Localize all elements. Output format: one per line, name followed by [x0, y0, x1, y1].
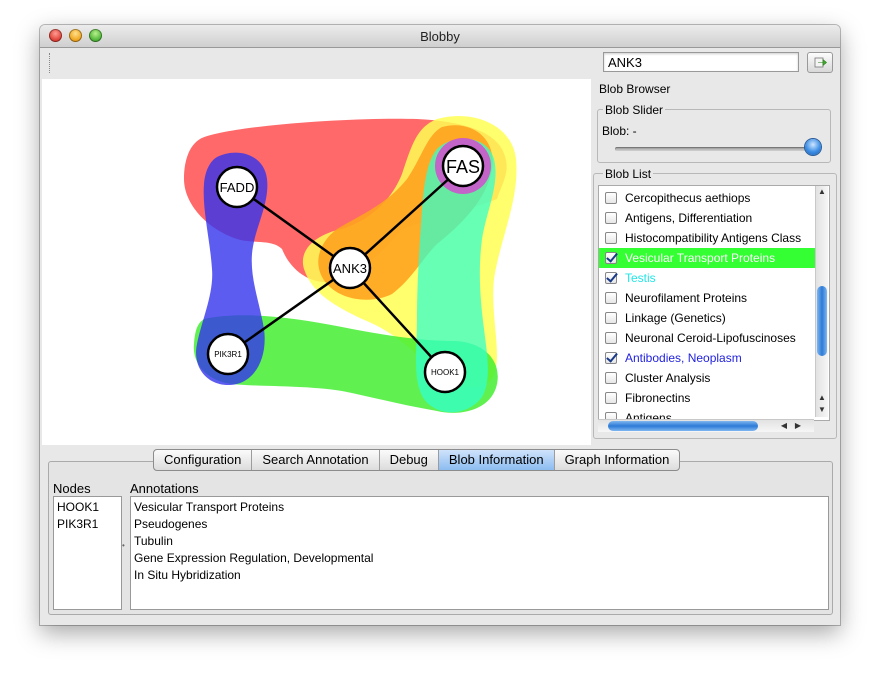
- blob-list-item[interactable]: Cluster Analysis: [599, 368, 815, 388]
- blob-list-item-label: Cercopithecus aethiops: [625, 191, 751, 205]
- blob-list-item[interactable]: Linkage (Genetics): [599, 308, 815, 328]
- horizontal-scroll-thumb[interactable]: [608, 421, 758, 431]
- node-label-pik3r1: PIK3R1: [214, 350, 242, 359]
- blob-list-item-label: Antigens, Differentiation: [625, 211, 753, 225]
- node-row[interactable]: PIK3R1: [57, 517, 98, 531]
- blob-list-item-label: Neuronal Ceroid-Lipofuscinoses: [625, 331, 796, 345]
- blob-checkbox[interactable]: [605, 352, 617, 364]
- tab-blob-information[interactable]: Blob Information: [438, 450, 555, 470]
- search-input[interactable]: [603, 52, 799, 72]
- blob-list-item-label: Antibodies, Neoplasm: [625, 351, 742, 365]
- blob-list-vertical-scrollbar[interactable]: ▲ ▲ ▼: [815, 186, 828, 417]
- blob-list[interactable]: Cercopithecus aethiops Antigens, Differe…: [598, 185, 830, 421]
- go-arrow-icon: [814, 57, 827, 68]
- blob-checkbox[interactable]: [605, 272, 617, 284]
- blob-list-title: Blob List: [603, 167, 654, 181]
- scroll-down-arrow-icon[interactable]: ▼: [816, 404, 828, 416]
- blob-slider-title: Blob Slider: [603, 103, 666, 117]
- blob-list-item[interactable]: Neuronal Ceroid-Lipofuscinoses: [599, 328, 815, 348]
- blob-list-item[interactable]: Histocompatibility Antigens Class: [599, 228, 815, 248]
- blob-list-horizontal-scrollbar[interactable]: ◀ ▶: [598, 419, 814, 432]
- graph-canvas[interactable]: FADD FAS ANK3 PIK3R1 HOOK1: [42, 79, 591, 445]
- scroll-up-arrow-icon[interactable]: ▲: [816, 392, 828, 404]
- annotation-row[interactable]: Vesicular Transport Proteins: [134, 500, 284, 514]
- scroll-up-arrow-icon[interactable]: ▲: [816, 186, 828, 198]
- tab-configuration[interactable]: Configuration: [154, 450, 253, 470]
- title-bar[interactable]: Blobby: [40, 25, 840, 48]
- window-title: Blobby: [420, 29, 460, 44]
- node-pik3r1[interactable]: PIK3R1: [206, 332, 250, 376]
- node-fas[interactable]: FAS: [441, 144, 485, 188]
- blob-list-item[interactable]: Neurofilament Proteins: [599, 288, 815, 308]
- app-window: Blobby ANK3 FADD FAS ANK3 PIK3R1 HOOK1 B…: [40, 25, 840, 625]
- blob-list-item-label: Fibronectins: [625, 391, 691, 405]
- annotations-list[interactable]: Vesicular Transport Proteins Pseudogenes…: [130, 496, 829, 610]
- annotation-row[interactable]: In Situ Hybridization: [134, 568, 241, 582]
- blob-list-item[interactable]: Testis: [599, 268, 815, 288]
- blob-list-item-label: Histocompatibility Antigens Class: [625, 231, 802, 245]
- node-label-hook1: HOOK1: [431, 368, 460, 377]
- blob-list-item-label: Testis: [625, 271, 656, 285]
- scroll-right-arrow-icon[interactable]: ▶: [792, 420, 804, 432]
- blob-checkbox[interactable]: [605, 332, 617, 344]
- vertical-scroll-thumb[interactable]: [817, 286, 827, 356]
- blob-browser-title: Blob Browser: [599, 82, 671, 96]
- blob-checkbox[interactable]: [605, 392, 617, 404]
- blob-list-item[interactable]: Cercopithecus aethiops: [599, 188, 815, 208]
- blob-checkbox[interactable]: [605, 212, 617, 224]
- annotation-row[interactable]: Gene Expression Regulation, Developmenta…: [134, 551, 373, 565]
- node-ank3[interactable]: ANK3: [328, 246, 372, 290]
- blob-list-item[interactable]: Antibodies, Neoplasm: [599, 348, 815, 368]
- blob-list-item[interactable]: Vesicular Transport Proteins: [599, 248, 815, 268]
- tab-debug[interactable]: Debug: [380, 450, 439, 470]
- annotation-row[interactable]: Tubulin: [134, 534, 173, 548]
- blob-list-item-label: Vesicular Transport Proteins: [625, 251, 776, 265]
- split-pane-divider[interactable]: •: [122, 541, 125, 550]
- blob-slider-knob[interactable]: [805, 139, 821, 155]
- tab-graph-information[interactable]: Graph Information: [555, 450, 680, 470]
- node-label-fadd: FADD: [220, 180, 255, 195]
- blob-checkbox[interactable]: [605, 192, 617, 204]
- toolbar-grip[interactable]: [49, 53, 51, 73]
- blob-checkbox[interactable]: [605, 292, 617, 304]
- blob-list-item-label: Neurofilament Proteins: [625, 291, 748, 305]
- tab-search-annotation[interactable]: Search Annotation: [252, 450, 380, 470]
- nodes-list[interactable]: HOOK1 PIK3R1: [53, 496, 122, 610]
- blob-list-item-label: Linkage (Genetics): [625, 311, 726, 325]
- blob-checkbox[interactable]: [605, 372, 617, 384]
- node-fadd[interactable]: FADD: [215, 165, 259, 209]
- go-button[interactable]: [807, 52, 833, 73]
- scroll-left-arrow-icon[interactable]: ◀: [778, 420, 790, 432]
- blob-list-item[interactable]: Antigens, Differentiation: [599, 208, 815, 228]
- blob-checkbox[interactable]: [605, 232, 617, 244]
- annotation-row[interactable]: Pseudogenes: [134, 517, 207, 531]
- node-hook1[interactable]: HOOK1: [423, 350, 467, 394]
- blob-list-item-label: Cluster Analysis: [625, 371, 711, 385]
- tab-bar: Configuration Search Annotation Debug Bl…: [153, 449, 681, 471]
- node-row[interactable]: HOOK1: [57, 500, 99, 514]
- node-label-fas: FAS: [446, 157, 480, 177]
- node-label-ank3: ANK3: [333, 261, 367, 276]
- blob-checkbox[interactable]: [605, 312, 617, 324]
- blob-slider-track[interactable]: [615, 147, 815, 151]
- nodes-header: Nodes: [53, 481, 91, 496]
- blob-graph[interactable]: FADD FAS ANK3 PIK3R1 HOOK1: [42, 79, 591, 445]
- blob-list-item[interactable]: Fibronectins: [599, 388, 815, 408]
- blob-slider-label: Blob: -: [602, 124, 637, 138]
- blob-checkbox[interactable]: [605, 252, 617, 264]
- annotations-header: Annotations: [130, 481, 199, 496]
